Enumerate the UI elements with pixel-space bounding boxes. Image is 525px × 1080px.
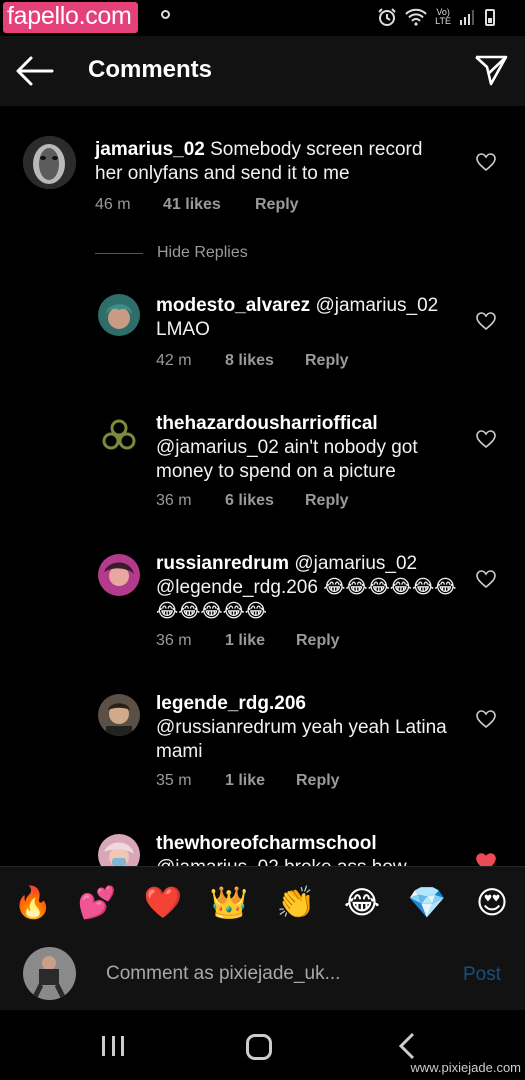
reply-username[interactable]: thewhoreofcharmschool: [156, 833, 377, 854]
system-nav-bar: www.pixiejade.com: [0, 1010, 525, 1080]
signal-icon: [460, 10, 474, 25]
reply-time: 35 m: [156, 772, 192, 789]
reply-button[interactable]: Reply: [305, 492, 349, 510]
mask-avatar-image: [23, 136, 76, 189]
reply-username[interactable]: modesto_alvarez: [156, 295, 310, 316]
fire-emoji-button[interactable]: 🔥: [13, 885, 53, 921]
reply-meta: 42 m 8 likes Reply: [156, 352, 349, 370]
reply-time: 36 m: [156, 492, 192, 509]
reply-time: 42 m: [156, 352, 192, 369]
reply-likes[interactable]: 1 like: [225, 632, 296, 650]
network-label: Vo) LTE: [435, 7, 451, 26]
reply-time: 36 m: [156, 632, 192, 649]
reply-text: thehazardousharrioffical @jamarius_02 ain…: [156, 413, 418, 482]
comment-likes[interactable]: 41 likes: [163, 196, 255, 214]
heart-icon[interactable]: [475, 569, 497, 589]
reply-likes[interactable]: 6 likes: [225, 492, 305, 510]
status-icons: Vo) LTE: [377, 7, 495, 27]
reply-text: russianredrum @jamarius_02 @legende_rdg.…: [156, 553, 457, 622]
laughing-emoji-button[interactable]: 😂: [342, 885, 382, 921]
crown-emoji-button[interactable]: 👑: [209, 885, 249, 921]
page-title: Comments: [88, 56, 213, 83]
alarm-icon: [378, 8, 396, 26]
reply-meta: 36 m 1 like Reply: [156, 632, 340, 650]
comment-time: 46 m: [95, 196, 131, 213]
post-button[interactable]: Post: [463, 964, 501, 986]
avatar[interactable]: [98, 834, 140, 866]
recents-icon[interactable]: [102, 1036, 124, 1056]
reply-likes[interactable]: 1 like: [225, 772, 296, 790]
comment-input-bar: Comment as pixiejade_uk... Post: [0, 940, 525, 1010]
reply-button[interactable]: Reply: [296, 772, 340, 790]
profile-avatar-image: [23, 947, 76, 1000]
home-icon[interactable]: [246, 1034, 272, 1060]
user-avatar-image: [98, 694, 140, 736]
comment-input[interactable]: Comment as pixiejade_uk...: [106, 963, 340, 985]
header: Comments: [0, 36, 525, 106]
reply-button[interactable]: Reply: [305, 352, 349, 370]
quick-emoji-bar: 🔥 💕 ❤️ 👑 👏 😂 💎 😍: [0, 866, 525, 940]
two-hearts-emoji-button[interactable]: 💕: [77, 885, 117, 921]
battery-icon: [485, 8, 495, 26]
wifi-icon: [405, 8, 427, 26]
comments-list: jamarius_02 Somebody screen record her o…: [0, 106, 525, 866]
heart-filled-icon[interactable]: [475, 852, 497, 866]
reply-username[interactable]: thehazardousharrioffical: [156, 413, 378, 434]
watermark-logo: fapello.com: [3, 2, 138, 33]
heart-icon[interactable]: [475, 429, 497, 449]
biohazard-avatar-image: [98, 414, 140, 456]
notification-icon: [161, 10, 170, 19]
watermark-text: www.pixiejade.com: [410, 1060, 521, 1075]
clap-emoji-button[interactable]: 👏: [276, 885, 316, 921]
comment-meta: 46 m 41 likes Reply: [95, 196, 299, 214]
heart-icon[interactable]: [475, 311, 497, 331]
reply-button[interactable]: Reply: [296, 632, 340, 650]
reply-button[interactable]: Reply: [255, 196, 299, 214]
user-avatar-image: [98, 834, 140, 866]
reply-likes[interactable]: 8 likes: [225, 352, 305, 370]
divider: [95, 252, 143, 254]
comment-username[interactable]: jamarius_02: [95, 139, 205, 160]
avatar[interactable]: [23, 136, 76, 189]
avatar[interactable]: [98, 414, 140, 456]
user-avatar-image: [98, 294, 140, 336]
gem-emoji-button[interactable]: 💎: [407, 885, 447, 921]
status-bar: fapello.com Vo) LTE: [0, 0, 525, 36]
send-icon[interactable]: [473, 52, 509, 88]
reply-text: thewhoreofcharmschool@jamarius_02 broke …: [156, 832, 466, 866]
reply-text: legende_rdg.206 @russianredrum yeah yeah …: [156, 693, 447, 762]
user-avatar-image: [98, 554, 140, 596]
comment-text: jamarius_02 Somebody screen record her o…: [95, 139, 423, 184]
reply-meta: 36 m 6 likes Reply: [156, 492, 349, 510]
nav-back-icon[interactable]: [396, 1032, 418, 1060]
reply-username[interactable]: russianredrum: [156, 553, 289, 574]
reply-text: modesto_alvarez @jamarius_02 LMAO: [156, 295, 439, 340]
reply-meta: 35 m 1 like Reply: [156, 772, 340, 790]
avatar[interactable]: [98, 554, 140, 596]
heart-eyes-emoji-button[interactable]: 😍: [472, 885, 512, 921]
hide-replies-button[interactable]: Hide Replies: [95, 244, 248, 262]
reply-username[interactable]: legende_rdg.206: [156, 693, 306, 714]
red-heart-emoji-button[interactable]: ❤️: [143, 885, 183, 921]
back-arrow-icon[interactable]: [14, 54, 54, 88]
heart-icon[interactable]: [475, 152, 497, 172]
my-avatar: [23, 947, 76, 1000]
heart-icon[interactable]: [475, 709, 497, 729]
avatar[interactable]: [98, 694, 140, 736]
avatar[interactable]: [98, 294, 140, 336]
